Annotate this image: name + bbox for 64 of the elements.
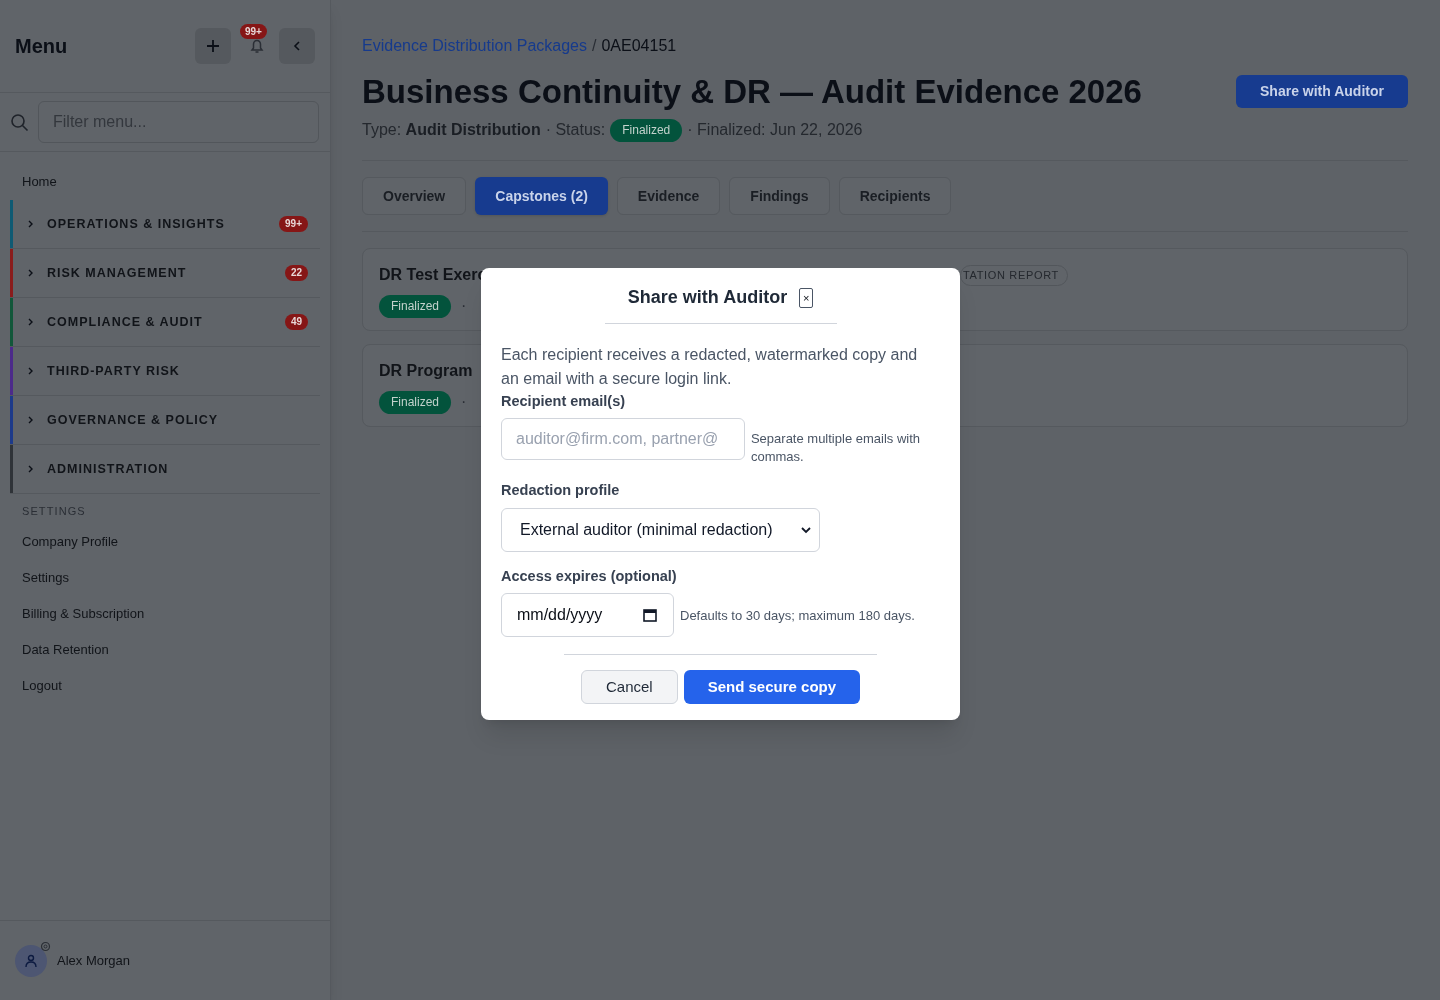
menu-group[interactable]: GOVERNANCE & POLICY — [10, 396, 320, 445]
breadcrumb-separator: / — [592, 36, 597, 56]
cancel-button[interactable]: Cancel — [580, 670, 678, 705]
count-badge: 49 — [284, 314, 308, 330]
search-icon — [10, 112, 29, 132]
status-label: · Status: — [545, 120, 606, 140]
menu-group[interactable]: RISK MANAGEMENT 22 — [10, 249, 320, 298]
user-name: Alex Morgan — [57, 951, 130, 970]
status-badge: Finalized — [379, 294, 452, 318]
tab[interactable]: Overview — [362, 177, 467, 215]
close-button[interactable]: × — [799, 287, 814, 308]
chevron-icon — [27, 318, 35, 326]
dialog-description: Each recipient receives a redacted, watermarked copy and an email with a secure login link. — [501, 345, 919, 389]
dialog-title: Share with Auditor — [627, 286, 788, 309]
chevron-icon — [27, 220, 35, 228]
count-badge: 22 — [284, 265, 308, 281]
count-badge: 99+ — [279, 216, 308, 232]
finalized-date: · Finalized: Jun 22, 2026 — [687, 120, 863, 140]
type-text: Type: Audit Distribution — [362, 120, 541, 140]
tab[interactable]: Recipients — [838, 177, 952, 215]
menu-link[interactable]: Home — [10, 164, 320, 200]
date-field[interactable]: mm/dd/yyyy — [501, 593, 674, 638]
page-title: Business Continuity & DR — Audit Evidence 2026 — [362, 72, 1142, 112]
user-avatar[interactable] — [15, 944, 47, 977]
dropdown-caret-icon — [801, 525, 811, 534]
tab[interactable]: Capstones (2) — [475, 177, 608, 215]
chevron-left-icon — [291, 40, 303, 52]
menu-group[interactable]: OPERATIONS & INSIGHTS 99+ — [10, 200, 320, 249]
chevron-icon — [27, 416, 35, 424]
send-button[interactable]: Send secure copy — [683, 670, 861, 705]
tab[interactable]: Findings — [729, 177, 830, 215]
field-label: Redaction profile — [501, 480, 621, 500]
tab[interactable]: Evidence — [616, 177, 721, 215]
capstone-title: DR Program — [379, 361, 473, 381]
field-label: Recipient email(s) — [501, 392, 627, 411]
separator-dot: · — [461, 296, 467, 316]
menu-title: Menu — [15, 34, 69, 59]
field-hint: Defaults to 30 days; maximum 180 days. — [680, 606, 915, 625]
calendar-icon — [643, 608, 657, 623]
chevron-icon — [27, 465, 35, 473]
menu-link[interactable]: Billing & Subscription — [10, 596, 320, 632]
menu-group[interactable]: ADMINISTRATION — [10, 445, 320, 494]
breadcrumb-link[interactable]: Evidence Distribution Packages — [362, 34, 587, 58]
status-badge: Finalized — [379, 390, 452, 414]
menu-link[interactable]: Data Retention — [10, 632, 320, 668]
redaction-select[interactable]: External auditor (minimal redaction) — [501, 507, 820, 552]
menu-group[interactable]: COMPLIANCE & AUDIT 49 — [10, 298, 320, 347]
chevron-icon — [27, 367, 35, 375]
separator-dot: · — [461, 392, 467, 412]
menu-group[interactable]: THIRD-PARTY RISK — [10, 347, 320, 396]
menu-link[interactable]: Logout — [10, 668, 320, 704]
notification-badge: 99+ — [240, 24, 267, 39]
field-hint: Separate multiple emails with commas. — [750, 429, 921, 466]
plus-icon — [205, 38, 221, 54]
breadcrumb-current: 0AE04151 — [601, 36, 677, 56]
add-button[interactable] — [195, 28, 231, 64]
status-badge: Finalized — [610, 118, 683, 142]
field-label: Access expires (optional) — [501, 566, 678, 586]
share-button[interactable]: Share with Auditor — [1236, 75, 1408, 108]
menu-link[interactable]: Settings — [10, 560, 320, 596]
chevron-icon — [27, 269, 35, 277]
email-field[interactable]: auditor@firm.com, partner@ — [501, 417, 745, 460]
menu-link[interactable]: Company Profile — [10, 524, 320, 560]
bell-icon[interactable] — [248, 37, 266, 55]
